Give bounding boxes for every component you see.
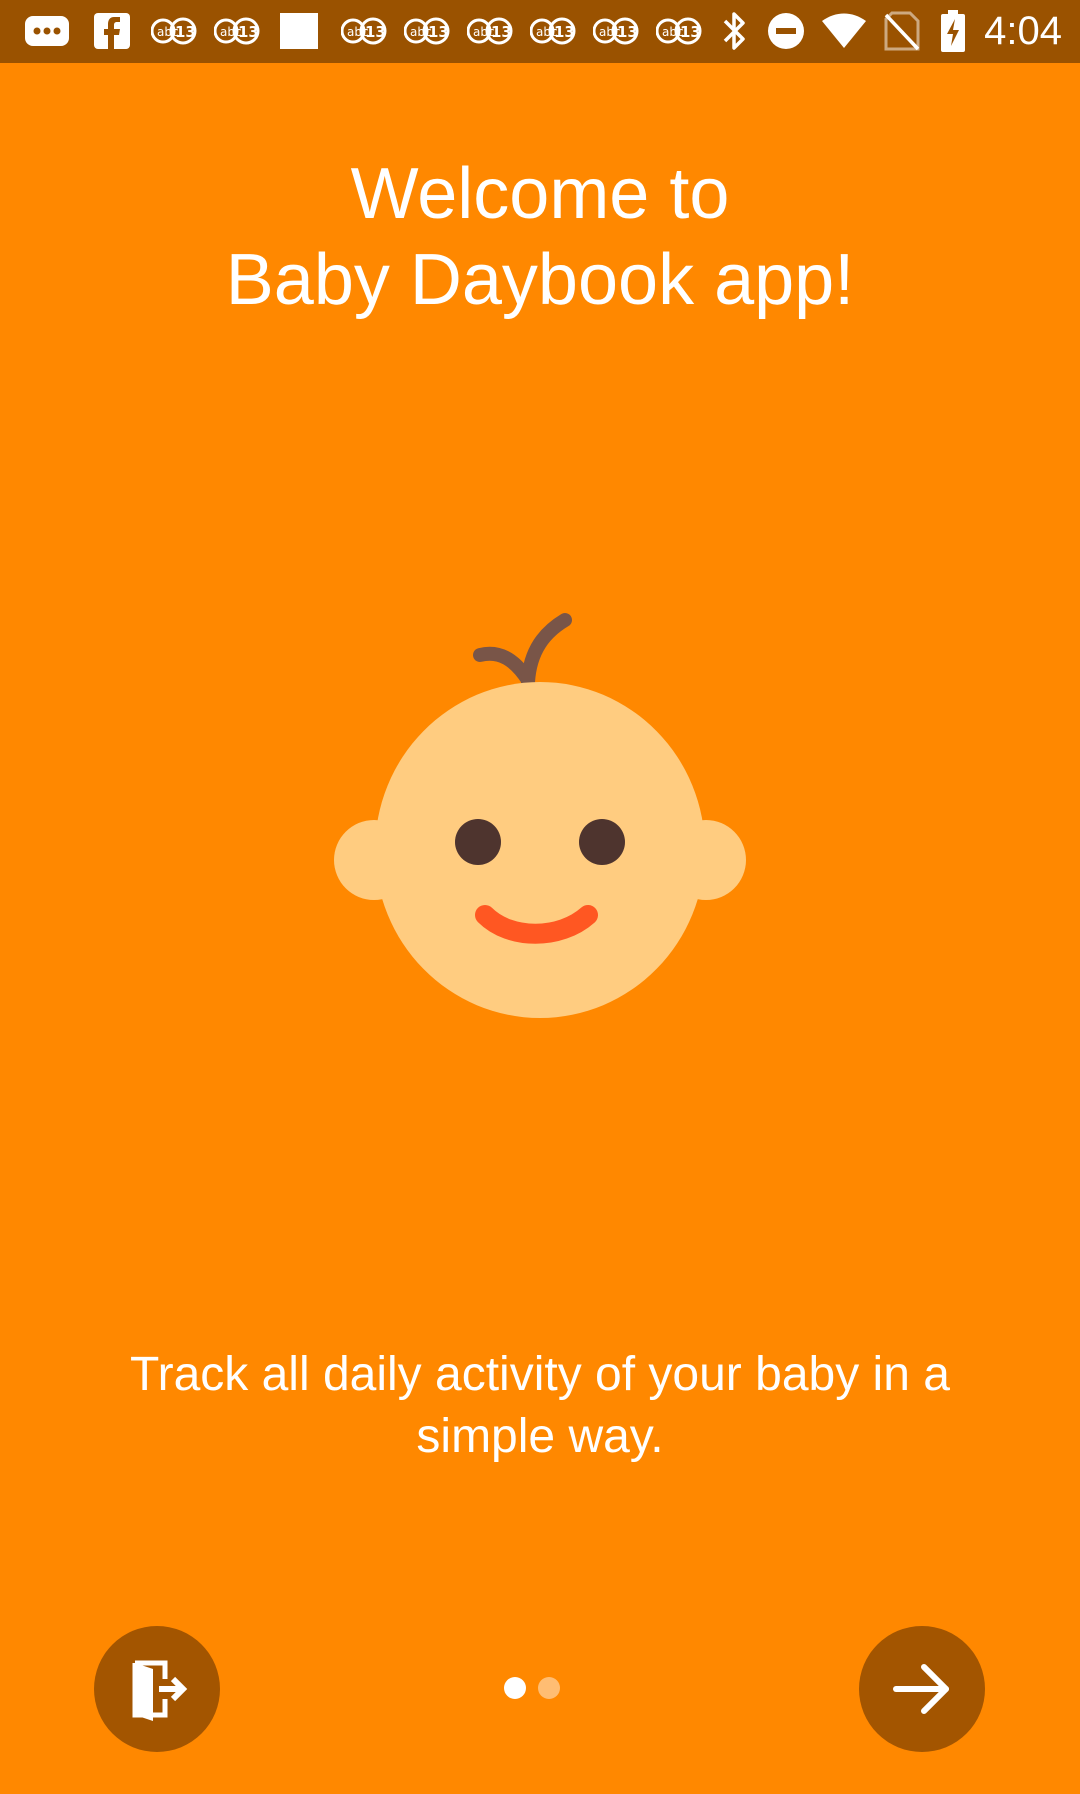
square-icon [279, 10, 319, 52]
news-icon: abc 13 [340, 10, 388, 52]
svg-text:13: 13 [617, 23, 638, 41]
bluetooth-icon [718, 10, 752, 52]
exit-door-icon [132, 1660, 188, 1721]
svg-text:13: 13 [238, 23, 259, 41]
battery-charging-icon [938, 10, 968, 52]
skip-button[interactable] [94, 1626, 220, 1752]
news-icon: abc 13 [150, 10, 198, 52]
next-button[interactable] [859, 1626, 985, 1752]
no-sim-icon [882, 10, 922, 52]
svg-text:13: 13 [491, 23, 512, 41]
news-icon: abc 13 [592, 10, 640, 52]
status-time: 4:04 [984, 9, 1062, 53]
page-dot-inactive [538, 1677, 560, 1699]
welcome-title-line2: Baby Daybook app! [225, 240, 855, 320]
news-icon: abc 13 [403, 10, 451, 52]
svg-text:13: 13 [365, 23, 386, 41]
arrow-right-icon [893, 1664, 949, 1714]
svg-text:13: 13 [175, 23, 196, 41]
status-bar: abc 13 abc 13 abc 13 abc 13 abc 13 abc 13 abc 1… [0, 0, 1080, 63]
wifi-icon [820, 10, 868, 52]
welcome-title-line1: Welcome to [350, 154, 730, 234]
svg-text:13: 13 [554, 23, 575, 41]
baby-face-icon [330, 610, 750, 1020]
news-icon: abc 13 [213, 10, 261, 52]
facebook-icon [92, 10, 132, 52]
svg-text:13: 13 [428, 23, 449, 41]
more-icon [22, 10, 72, 52]
page-indicator [504, 1677, 560, 1699]
news-icon: abc 13 [466, 10, 514, 52]
svg-text:13: 13 [680, 23, 701, 41]
news-icon: abc 13 [529, 10, 577, 52]
description-line1: Track all daily activity of your baby in… [130, 1348, 950, 1401]
news-icon: abc 13 [655, 10, 703, 52]
page-dot-active [504, 1677, 526, 1699]
description-line2: simple way. [416, 1410, 664, 1463]
do-not-disturb-icon [766, 10, 806, 52]
